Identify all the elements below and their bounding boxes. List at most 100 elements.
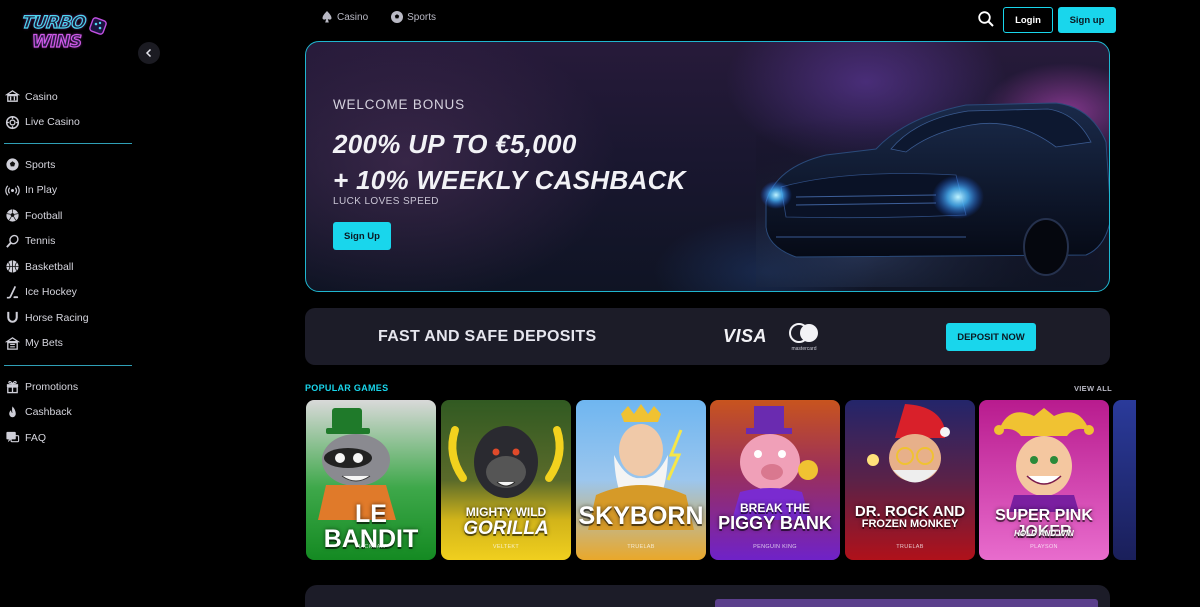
ice-hockey-icon [4,284,20,300]
game-title-line-2: GORILLA [463,518,549,539]
top-nav-label: Casino [337,11,369,23]
search-button[interactable] [977,10,995,28]
game-card-le-bandit[interactable]: LE BANDIT HACKSAW [306,400,436,560]
signup-button[interactable]: Sign up [1058,7,1116,33]
deposit-title: FAST AND SAFE DEPOSITS [378,328,597,345]
deposit-now-button[interactable]: DEPOSIT NOW [946,323,1036,351]
app-root: TURBO WINS Casino Live Casino Sports In … [0,0,1200,607]
sidebar-item-horse-racing[interactable]: Horse Racing [0,305,132,331]
sidebar-item-live-casino[interactable]: Live Casino [0,110,132,136]
logo-wordmark: TURBO WINS [20,12,87,52]
hero-kicker: WELCOME BONUS [333,97,465,112]
hero-headline: 200% UP TO €5,000 + 10% WEEKLY CASHBACK [333,126,686,198]
sidebar-item-label: Horse Racing [25,311,89,324]
sidebar-item-sports[interactable]: Sports [0,152,132,178]
game-card-dr-rock-and-frozen-monkey[interactable]: DR. ROCK AND FROZEN MONKEY TRUELAB [845,400,975,560]
sidebar-item-label: Ice Hockey [25,286,77,299]
logo-line-2: WINS [31,32,82,52]
next-section-banner [715,599,1098,607]
game-card-mighty-wild-gorilla[interactable]: MIGHTY WILD GORILLA VELTEKT [441,400,571,560]
game-art [576,400,706,560]
top-nav-casino[interactable]: Casino [320,10,368,24]
logo-line-1: TURBO [20,12,87,33]
casino-icon [4,89,20,105]
sidebar-item-label: My Bets [25,337,63,350]
game-card-partial[interactable] [1113,400,1136,560]
spade-icon [322,11,332,23]
hero-headline-line-2: + 10% WEEKLY CASHBACK [333,165,686,195]
game-card-super-pink-joker[interactable]: SUPER PINK JOKER HOLD AND WIN PLAYSON [979,400,1109,560]
logo[interactable]: TURBO WINS [20,12,114,66]
in-play-icon [4,182,20,198]
deposit-banner: FAST AND SAFE DEPOSITS VISA mastercard D… [305,308,1110,365]
hero-headline-line-1: 200% UP TO €5,000 [333,129,577,159]
football-icon [4,208,20,224]
top-nav-sports[interactable]: Sports [390,10,436,24]
sports-icon [4,157,20,173]
game-card-break-the-piggy-bank[interactable]: BREAK THE PIGGY BANK PENGUIN KING [710,400,840,560]
sidebar-item-label: Tennis [25,235,56,248]
sidebar-item-label: Sports [25,158,56,171]
hero-text: WELCOME BONUS 200% UP TO €5,000 + 10% WE… [333,97,686,207]
collapse-sidebar-button[interactable] [138,42,160,64]
chevron-left-icon [145,48,152,58]
game-provider: TRUELAB [896,544,924,550]
login-button[interactable]: Login [1003,7,1053,33]
view-all-link[interactable]: VIEW ALL [1074,384,1112,393]
game-provider: VELTEKT [492,544,520,550]
game-title-line-2: HOLD AND WIN [1014,529,1074,538]
game-title: SKYBORN [578,502,704,530]
sidebar-item-label: Cashback [25,406,72,419]
mastercard-logo: mastercard [789,323,818,352]
horse-racing-icon [4,310,20,326]
nav-group-promotions: Promotions Cashback FAQ [0,374,132,451]
sidebar-divider [4,143,132,144]
nav-group-sports: Sports In Play Football Tennis Basketbal… [0,152,132,356]
sidebar-divider [4,365,132,366]
game-provider: HACKSAW [356,544,386,550]
top-nav-label: Sports [407,11,437,23]
live-casino-icon [4,114,20,130]
sidebar-item-in-play[interactable]: In Play [0,178,132,204]
game-provider: PLAYSON [1030,544,1058,550]
sidebar-item-label: Casino [25,90,58,103]
sidebar-item-cashback[interactable]: Cashback [0,400,132,426]
dice-icon [89,17,107,35]
game-provider: TRUELAB [627,544,655,550]
games-carousel: LE BANDIT HACKSAW MIGHTY WILD GORILLA VE… [306,400,1136,560]
tennis-icon [4,233,20,249]
next-section-card [305,585,1110,607]
game-title-line-2: FROZEN MONKEY [861,518,959,530]
sidebar-item-ice-hockey[interactable]: Ice Hockey [0,280,132,306]
welcome-bonus-banner[interactable]: WELCOME BONUS 200% UP TO €5,000 + 10% WE… [305,41,1110,292]
sidebar-item-label: In Play [25,184,58,197]
popular-games-title: POPULAR GAMES [305,383,389,393]
search-icon [978,11,994,27]
sidebar-item-label: Promotions [25,380,79,393]
game-provider: PENGUIN KING [753,544,797,550]
flame-icon [4,404,20,420]
basketball-icon [4,259,20,275]
sidebar-item-label: Basketball [25,260,74,273]
my-bets-icon [4,335,20,351]
sidebar-item-casino[interactable]: Casino [0,84,132,110]
sidebar-item-faq[interactable]: FAQ [0,425,132,451]
game-title-line-1: DR. ROCK AND [854,503,966,520]
game-title-line-2: PIGGY BANK [718,513,832,533]
hero-signup-button[interactable]: Sign Up [333,222,391,250]
mastercard-wordmark: mastercard [791,346,816,352]
faq-icon [4,430,20,446]
sidebar-item-basketball[interactable]: Basketball [0,254,132,280]
visa-logo: VISA [723,326,768,346]
game-art [845,400,975,560]
sidebar-item-label: Live Casino [25,116,80,129]
sidebar-item-promotions[interactable]: Promotions [0,374,132,400]
game-card-skyborn[interactable]: SKYBORN TRUELAB [576,400,706,560]
sidebar-item-tennis[interactable]: Tennis [0,229,132,255]
top-nav: Casino Sports [320,10,436,24]
sidebar-item-label: Football [25,209,63,222]
sidebar-item-my-bets[interactable]: My Bets [0,331,132,357]
sidebar-item-label: FAQ [25,431,47,444]
nav-group-casino: Casino Live Casino [0,84,132,135]
sidebar-item-football[interactable]: Football [0,203,132,229]
